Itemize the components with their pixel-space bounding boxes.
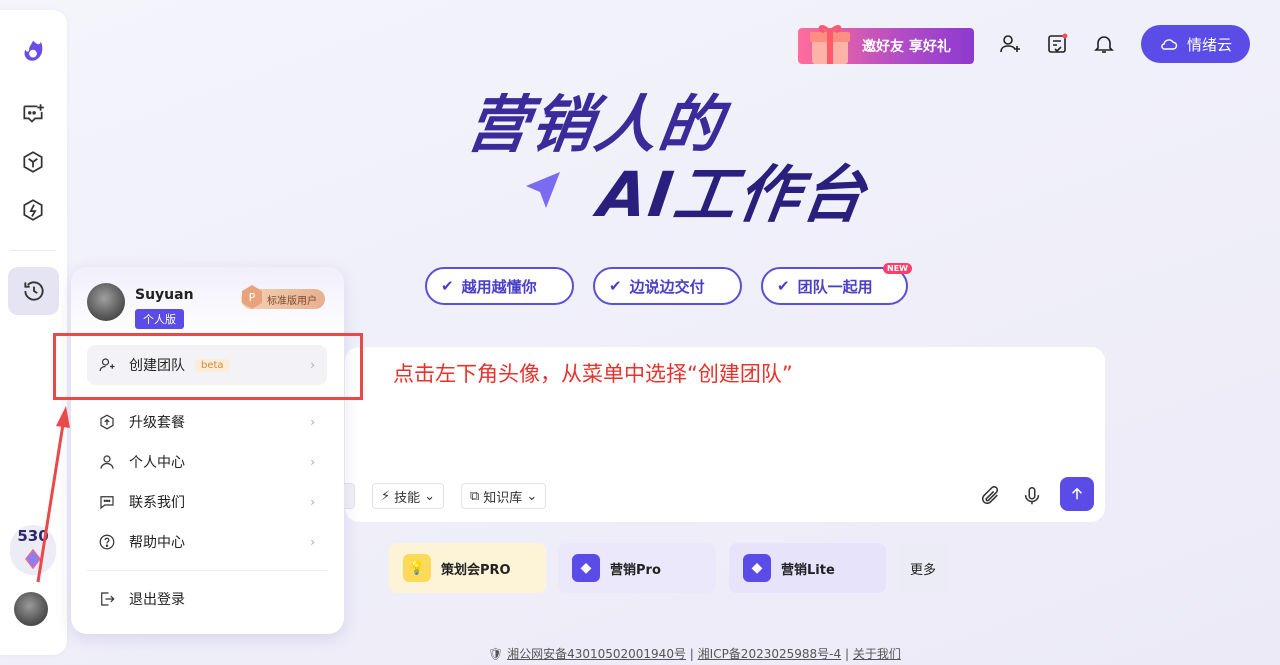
history-icon[interactable] [8, 267, 59, 315]
app-logo[interactable] [12, 30, 54, 72]
add-user-icon[interactable] [996, 30, 1024, 58]
new-badge: NEW [883, 263, 912, 274]
skills-icon: ⚡ [381, 488, 391, 504]
pill-label: 越用越懂你 [461, 277, 537, 296]
kb-label: 知识库 [483, 490, 523, 506]
police-badge-icon: 🛡 [488, 647, 504, 661]
more-agents-button[interactable]: 更多 [898, 543, 948, 593]
cube-logo-icon: ◆ [572, 554, 600, 582]
chevron-down-icon: ⌄ [424, 488, 436, 504]
agent-card-pro[interactable]: ◆ 营销Pro [558, 543, 716, 593]
gift-icon [804, 20, 856, 68]
menu-item-logout[interactable]: 退出登录 [87, 579, 327, 619]
chevron-right-icon: › [310, 415, 315, 429]
police-link[interactable]: 湘公网安备43010502001940号 [507, 647, 686, 661]
pill-label: 边说边交付 [629, 277, 705, 296]
menu-item-label: 个人中心 [129, 455, 185, 471]
menu-item-contact[interactable]: 联系我们 › [87, 482, 327, 522]
about-link[interactable]: 关于我们 [853, 647, 901, 661]
cube-logo-icon: ◆ [743, 554, 771, 582]
user-avatar[interactable] [14, 592, 48, 626]
bell-icon[interactable] [1090, 30, 1118, 58]
microphone-icon[interactable] [1018, 482, 1046, 510]
user-menu: Suyuan 个人版 标准版用户 P 创建团队 beta › 升级套餐 › 个人… [71, 267, 344, 634]
menu-username: Suyuan [135, 287, 194, 303]
upgrade-icon [97, 412, 117, 432]
icp-link[interactable]: 湘ICP备2023025988号-4 [698, 647, 841, 661]
feature-pill-1[interactable]: ✔ 越用越懂你 [425, 267, 574, 305]
check-icon: ✔ [441, 277, 454, 295]
chevron-right-icon: › [310, 535, 315, 549]
agent-card-planning[interactable]: 💡 策划会PRO [389, 543, 546, 593]
new-chat-icon[interactable] [14, 95, 52, 133]
invite-label: 邀好友 享好礼 [862, 39, 951, 55]
feature-pill-3[interactable]: ✔ 团队一起用 NEW [761, 263, 912, 305]
menu-item-profile[interactable]: 个人中心 › [87, 442, 327, 482]
points-badge[interactable]: 530 [10, 525, 56, 575]
footer: 🛡 湘公网安备43010502001940号 | 湘ICP备2023025988… [488, 645, 901, 662]
menu-item-label: 联系我们 [129, 495, 185, 511]
send-button[interactable] [1060, 477, 1094, 511]
paper-plane-icon [526, 172, 560, 208]
hero-title: 营销人的 AI工作台 [440, 62, 900, 242]
cloud-button[interactable]: 情绪云 [1141, 25, 1250, 63]
chevron-right-icon: › [310, 495, 315, 509]
logout-icon [97, 589, 117, 609]
attachment-icon[interactable] [976, 482, 1004, 510]
skills-label: 技能 [394, 490, 421, 506]
chevron-right-icon: › [310, 455, 315, 469]
check-icon: ✔ [777, 277, 790, 295]
menu-item-label: 升级套餐 [129, 415, 185, 431]
agent-card-lite[interactable]: ◆ 营销Lite [729, 543, 886, 593]
more-label: 更多 [910, 562, 937, 578]
user-icon [97, 452, 117, 472]
chat-icon [97, 492, 117, 512]
footer-sep: | [689, 647, 694, 661]
chevron-down-icon: ⌄ [526, 488, 538, 504]
menu-item-label: 帮助中心 [129, 535, 185, 551]
agent-label: 营销Pro [610, 562, 661, 578]
menu-item-upgrade[interactable]: 升级套餐 › [87, 402, 327, 442]
tier-icon: P [242, 285, 262, 309]
agent-label: 策划会PRO [441, 562, 511, 578]
bulb-icon: 💡 [403, 554, 431, 582]
hero-line2: AI工作台 [594, 158, 872, 231]
footer-sep: | [844, 647, 849, 661]
cube-icon[interactable] [14, 143, 52, 181]
menu-divider [87, 570, 327, 571]
points-value: 530 [17, 527, 49, 545]
svg-text:P: P [249, 291, 256, 304]
tasks-icon[interactable] [1043, 30, 1071, 58]
help-icon [97, 532, 117, 552]
menu-item-help[interactable]: 帮助中心 › [87, 522, 327, 562]
check-icon: ✔ [609, 277, 622, 295]
menu-avatar [87, 283, 125, 321]
pill-label: 团队一起用 [797, 277, 873, 296]
kb-dropdown[interactable]: ⧉ 知识库 ⌄ [461, 483, 547, 509]
agent-label: 营销Lite [781, 562, 835, 578]
menu-item-label: 退出登录 [129, 592, 185, 608]
kb-icon: ⧉ [470, 488, 480, 504]
skills-dropdown[interactable]: ⚡ 技能 ⌄ [372, 483, 445, 509]
annotation-highlight-box [53, 333, 363, 400]
sidebar-divider [10, 250, 56, 251]
cloud-label: 情绪云 [1186, 35, 1232, 54]
lightning-icon[interactable] [14, 191, 52, 229]
diamond-icon [25, 549, 41, 569]
feature-pill-2[interactable]: ✔ 边说边交付 [593, 267, 742, 305]
annotation-text: 点击左下角头像，从菜单中选择“创建团队” [393, 362, 793, 386]
plan-badge: 个人版 [135, 309, 184, 329]
arrow-up-icon [1071, 487, 1083, 500]
cloud-icon [1161, 39, 1178, 50]
